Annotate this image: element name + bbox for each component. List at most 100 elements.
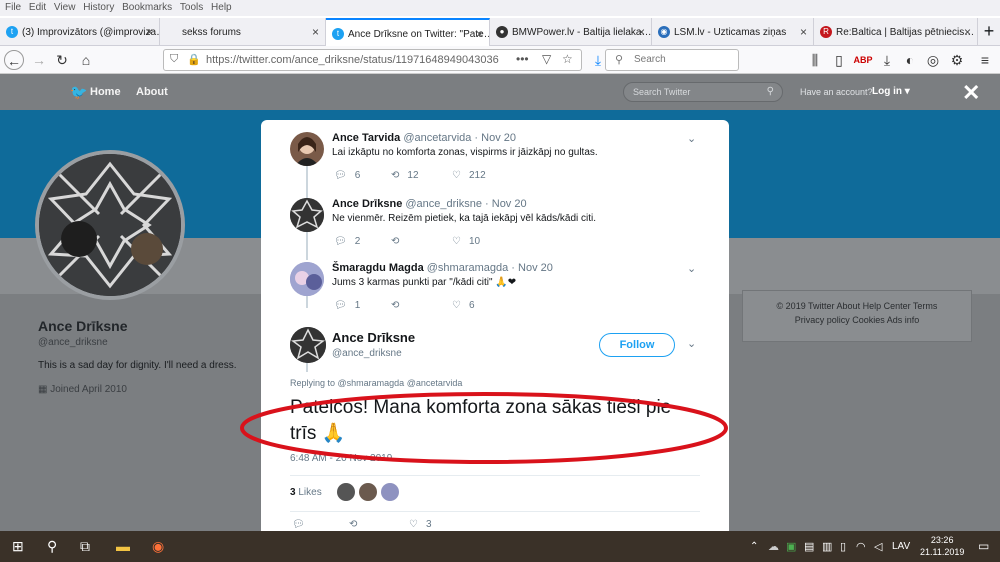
like-action[interactable]: ♡ 10 [452,236,480,247]
tab-label: sekss forums [182,27,241,38]
shield-check-icon[interactable]: ▣ [786,540,796,553]
likes-summary[interactable]: 3 Likes [290,487,322,498]
avatar[interactable] [290,132,324,166]
like-action[interactable]: ♡ 3 [409,519,432,530]
reply-action[interactable]: 💬︎ 1 [334,300,360,311]
new-tab-button[interactable]: + [978,18,1000,46]
author-handle: @ance_driksne · Nov 20 [405,198,527,210]
cloud-icon[interactable]: ☁ [768,540,779,553]
retweet-action[interactable]: ⟲ 12 [391,170,419,181]
account-icon[interactable]: ◎ [923,50,943,70]
bookmark-star-icon[interactable]: ☆ [562,52,573,66]
chevron-down-icon[interactable]: ⌄ [687,262,696,275]
forward-icon[interactable]: → [29,50,49,70]
url-bar[interactable]: ⛉ 🔒 https://twitter.com/ance_driksne/sta… [163,49,582,71]
close-icon[interactable]: × [964,25,971,39]
tab-ance-driksne[interactable]: t Ance Drīksne on Twitter: "Pate… × [326,18,490,46]
close-modal-icon[interactable]: ✕ [962,80,980,106]
author-name[interactable]: Ance Drīksne [332,198,402,210]
liker-avatar[interactable] [381,483,399,501]
main-author-name[interactable]: Ance Drīksne [332,330,415,345]
bars-icon[interactable]: ▥ [822,540,832,553]
search-icon[interactable]: ⚲ [47,538,57,555]
tab-sekss-forums[interactable]: sekss forums × [160,18,326,46]
close-icon[interactable]: × [476,27,483,41]
avatar[interactable] [290,327,326,363]
close-icon[interactable]: × [312,25,319,39]
author-handle: @shmaramagda · Nov 20 [426,262,553,274]
red-highlight-ellipse [240,392,728,464]
reply-action[interactable]: 💬︎ 2 [334,236,360,247]
language-indicator[interactable]: LAV [892,541,910,552]
firefox-icon[interactable]: ◉ [152,538,164,555]
menu-edit[interactable]: Edit [29,2,46,13]
twitter-bird-icon[interactable]: 🐦 [70,84,87,101]
follow-button[interactable]: Follow [599,333,675,357]
avatar[interactable] [290,262,324,296]
taskbar-clock[interactable]: 23:26 21.11.2019 [920,534,964,558]
menu-file[interactable]: File [5,2,21,13]
page-actions-icon[interactable]: ••• [516,52,529,66]
adblock-icon[interactable]: ABP [853,50,873,70]
close-icon[interactable]: × [800,25,807,39]
chevron-down-icon[interactable]: ⌄ [687,132,696,145]
reply-tweet[interactable]: Ance Tarvida @ancetarvida · Nov 20 Lai i… [261,130,729,192]
windows-start-icon[interactable]: ⊞ [12,538,24,555]
like-action[interactable]: ♡ 212 [452,170,486,181]
retweet-action[interactable]: ⟲ [349,519,357,530]
network-icon[interactable]: ▤ [804,540,814,553]
nav-about[interactable]: About [136,86,168,98]
browser-search-input[interactable]: ⚲ Search [605,49,739,71]
author-name[interactable]: Ance Tarvida [332,132,400,144]
menu-tools[interactable]: Tools [180,2,203,13]
reply-tweet[interactable]: Ance Drīksne @ance_driksne · Nov 20 Ne v… [261,196,729,258]
login-link[interactable]: Log in ▾ [872,86,910,97]
pocket-icon[interactable]: ▽ [542,52,551,66]
tweet-author: Ance Drīksne @ance_driksne · Nov 20 [332,198,527,210]
footer-line-2[interactable]: Privacy policy Cookies Ads info [753,313,961,327]
liker-avatar[interactable] [359,483,377,501]
tab-lsm[interactable]: ◉ LSM.lv - Uzticamas ziņas × [652,18,814,46]
avatar[interactable] [290,198,324,232]
sidebar-icon[interactable]: ▯ [829,50,849,70]
author-name[interactable]: Šmaragdu Magda [332,262,424,274]
tab-bmwpower[interactable]: ● BMWPower.lv - Baltija lielaka… × [490,18,652,46]
chevron-down-icon[interactable]: ⌄ [687,337,696,350]
footer-line-1[interactable]: © 2019 Twitter About Help Center Terms [753,299,961,313]
library-icon[interactable]: ⫼ [805,50,825,70]
download-arrow-icon[interactable]: ⤓ [877,50,897,70]
notifications-icon[interactable]: ▭ [978,539,989,553]
extension-icon[interactable]: ◐ [900,50,920,70]
menu-bookmarks[interactable]: Bookmarks [122,2,172,13]
hamburger-menu-icon[interactable]: ≡ [975,50,995,70]
menu-view[interactable]: View [54,2,76,13]
speaker-icon[interactable]: ◁ [874,540,882,553]
like-action[interactable]: ♡ 6 [452,300,475,311]
menu-help[interactable]: Help [211,2,232,13]
retweet-action[interactable]: ⟲ [391,300,407,311]
reply-action[interactable]: 💬︎ 6 [334,170,360,181]
replying-to[interactable]: Replying to @shmaramagda @ancetarvida [290,378,462,388]
reload-icon[interactable]: ↻ [52,50,72,70]
wifi-icon[interactable]: ◠ [856,540,866,553]
menu-history[interactable]: History [83,2,114,13]
close-icon[interactable]: × [146,25,153,39]
battery-icon[interactable]: ▯ [840,540,846,553]
reply-action[interactable]: 💬︎ [292,519,313,530]
lock-extension-icon[interactable]: ⚙ [947,50,967,70]
tab-rebaltica[interactable]: R Re:Baltica | Baltijas pētniecis… × [814,18,978,46]
tab-improvizators[interactable]: t (3) Improvizātors (@improviza… × [0,18,160,46]
reply-tweet[interactable]: Šmaragdu Magda @shmaramagda · Nov 20 Jum… [261,260,729,322]
liker-avatar[interactable] [337,483,355,501]
back-icon[interactable]: ← [4,50,24,70]
file-explorer-icon[interactable]: ▬ [116,538,130,554]
task-view-icon[interactable]: ⧉ [80,538,90,555]
reply-icon: 💬︎ [292,519,305,530]
twitter-search-input[interactable]: Search Twitter ⚲ [623,82,783,102]
nav-home[interactable]: Home [90,86,121,98]
home-icon[interactable]: ⌂ [76,50,96,70]
close-icon[interactable]: × [638,25,645,39]
profile-avatar[interactable] [35,150,185,300]
chevron-up-icon[interactable]: ⌃ [750,541,758,552]
retweet-action[interactable]: ⟲ [391,236,407,247]
